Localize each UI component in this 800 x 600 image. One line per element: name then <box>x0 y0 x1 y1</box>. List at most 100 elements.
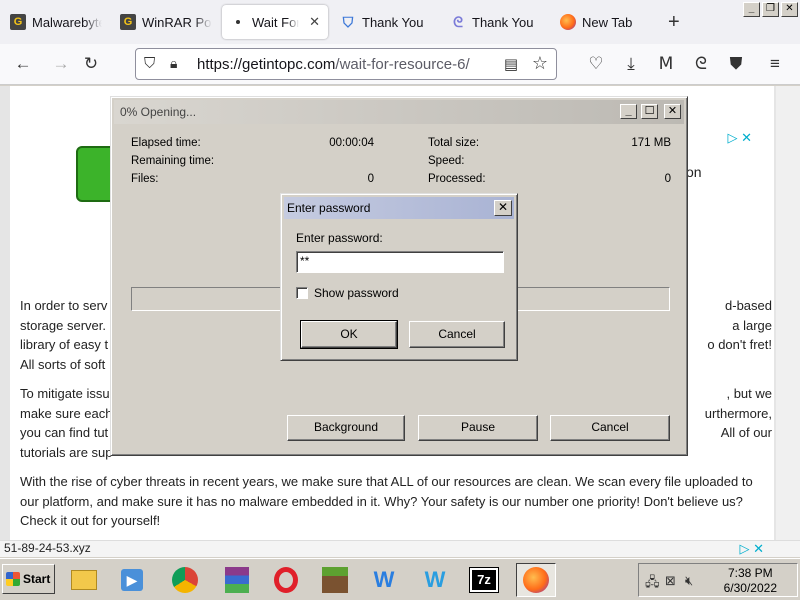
processed-label: Processed: <box>428 173 486 185</box>
tab-label: Thank You <box>362 14 424 30</box>
clock[interactable]: 7:38 PM 6/30/2022 <box>724 566 777 596</box>
total-size-value: 171 MB <box>631 137 671 149</box>
url-host: https://getintopc.com <box>197 56 336 73</box>
malwarebytes-extension-icon[interactable]: Ⅿ <box>655 53 677 75</box>
page-scrollbar[interactable] <box>776 86 800 540</box>
navigation-toolbar: ← → ↻ ⛉ 🔒︎ https://getintopc.com/wait-fo… <box>0 44 800 85</box>
minecraft-icon[interactable] <box>317 563 353 597</box>
shield-icon: ⛉ <box>342 13 354 30</box>
wise-cleaner-icon[interactable]: W <box>366 563 402 597</box>
minimize-icon[interactable]: _ <box>620 104 637 119</box>
forward-arrow-icon[interactable]: → <box>50 53 72 75</box>
tab-label: Malwarebytes <box>32 14 102 30</box>
background-button[interactable]: Background <box>287 415 405 441</box>
reader-view-icon[interactable]: ▤ <box>504 55 518 73</box>
ad-text-fragment: on <box>686 164 702 180</box>
wise-care-icon[interactable]: W <box>417 563 453 597</box>
page-dot-icon <box>230 14 246 30</box>
pause-button[interactable]: Pause <box>418 415 538 441</box>
password-dialog-title-bar[interactable]: Enter password ✕ <box>284 197 514 219</box>
total-size-label: Total size: <box>428 137 480 149</box>
volume-muted-icon[interactable]: 🔇︎ <box>685 573 693 589</box>
ok-button[interactable]: OK <box>300 320 398 349</box>
bookmark-star-icon[interactable]: ☆ <box>532 53 548 74</box>
start-button[interactable]: Start <box>2 564 55 594</box>
text-fragment: To mitigate issu <box>20 386 110 401</box>
7zip-icon[interactable]: 7z <box>466 563 502 597</box>
tab-label: New Tab <box>582 14 633 30</box>
tracking-protection-shield-icon[interactable]: ⛉ <box>144 55 155 72</box>
status-url-text: 51-89-24-53.xyz <box>4 541 91 555</box>
text-fragment: All sorts of soft <box>20 356 106 372</box>
new-tab-plus-icon[interactable]: + <box>668 12 680 32</box>
text-fragment: All of our <box>720 425 772 440</box>
elapsed-time-value: 00:00:04 <box>329 137 374 149</box>
password-cancel-button[interactable]: Cancel <box>409 321 505 348</box>
show-password-checkbox[interactable] <box>296 287 308 299</box>
security-alert-icon[interactable]: ⊠ <box>665 573 676 589</box>
close-icon[interactable]: ✕ <box>494 200 512 216</box>
reload-icon[interactable]: ↻ <box>80 53 102 75</box>
files-value: 0 <box>367 173 374 185</box>
tab-winrar-portable[interactable]: G WinRAR Portable <box>112 5 220 39</box>
text-fragment: library of easy t <box>20 337 109 352</box>
pocket-icon[interactable]: ♡ <box>585 53 607 75</box>
menu-hamburger-icon[interactable]: ≡ <box>764 53 786 75</box>
firefox-icon <box>560 14 576 30</box>
file-explorer-icon[interactable] <box>66 563 102 597</box>
speed-label: Speed: <box>428 155 465 167</box>
media-player-icon[interactable]: ▶ <box>114 563 150 597</box>
tab-thank-you-2[interactable]: ᘓ Thank You <box>442 5 550 39</box>
ad-choices-icon[interactable]: ▷ ✕ <box>727 130 752 146</box>
windows-taskbar: Start ▶ W W 7z 🖧︎ ⊠ 🔇︎ 7:38 PM 6/30/2022 <box>0 558 800 600</box>
text-fragment: make sure each <box>20 405 113 421</box>
text-fragment: you can find tut <box>20 425 109 440</box>
firefox-taskbar-icon[interactable] <box>516 563 556 597</box>
downloads-icon[interactable]: ⤓ <box>620 53 642 75</box>
dialog-title: 0% Opening... <box>120 105 197 119</box>
password-label: Enter password: <box>296 231 383 245</box>
tab-label: WinRAR Portable <box>142 14 212 30</box>
close-icon[interactable]: ✕ <box>781 2 798 17</box>
minimize-icon[interactable]: _ <box>743 2 760 17</box>
chrome-icon[interactable] <box>167 563 203 597</box>
enter-password-dialog: Enter password ✕ Enter password: ** Show… <box>280 193 518 361</box>
files-label: Files: <box>131 173 159 185</box>
restore-icon[interactable]: ❐ <box>762 2 779 17</box>
tab-malwarebytes[interactable]: G Malwarebytes <box>2 5 110 39</box>
password-input[interactable]: ** <box>296 251 504 273</box>
processed-value: 0 <box>664 173 671 185</box>
clock-time: 7:38 PM <box>727 566 773 580</box>
back-arrow-icon[interactable]: ← <box>12 53 34 75</box>
winrar-icon[interactable] <box>219 563 255 597</box>
network-icon[interactable]: 🖧︎ <box>645 573 660 595</box>
extension-swirl-icon[interactable]: ᘓ <box>690 53 712 75</box>
remaining-time-label: Remaining time: <box>131 155 215 167</box>
lock-icon[interactable]: 🔒︎ <box>170 55 177 72</box>
dialog-title-bar[interactable]: 0% Opening... _ ☐ ✕ <box>114 100 684 124</box>
close-icon[interactable]: ✕ <box>664 104 681 119</box>
maximize-icon[interactable]: ☐ <box>641 104 658 119</box>
tab-label: Wait For R <box>252 14 300 30</box>
ad-choices-icon[interactable]: ▷ ✕ <box>739 541 764 557</box>
extension-shield-icon[interactable]: ⛊ <box>725 53 747 75</box>
text-fragment: a large <box>732 317 772 333</box>
text-fragment: urthermore, <box>704 405 772 421</box>
url-text[interactable]: https://getintopc.com/wait-for-resource-… <box>197 56 470 73</box>
status-bar: 51-89-24-53.xyz ▷ ✕ <box>0 540 800 557</box>
show-password-label[interactable]: Show password <box>314 286 399 300</box>
close-tab-icon[interactable]: ✕ <box>309 14 320 30</box>
text-fragment: d-based <box>725 298 772 313</box>
tab-wait-for-resource[interactable]: Wait For R ✕ <box>222 5 328 39</box>
browser-tab-strip: G Malwarebytes G WinRAR Portable Wait Fo… <box>0 0 800 44</box>
window-controls: _ ❐ ✕ <box>743 2 798 17</box>
cancel-button[interactable]: Cancel <box>550 415 670 441</box>
tab-thank-you-1[interactable]: ⛉ Thank You <box>332 5 440 39</box>
url-bar[interactable]: ⛉ 🔒︎ https://getintopc.com/wait-for-reso… <box>135 48 557 80</box>
opera-icon[interactable] <box>268 563 304 597</box>
password-dialog-title: Enter password <box>287 201 371 215</box>
windows-logo-icon <box>6 572 20 586</box>
elapsed-time-label: Elapsed time: <box>131 137 201 149</box>
system-tray: 🖧︎ ⊠ 🔇︎ 7:38 PM 6/30/2022 <box>638 563 798 597</box>
tab-new-tab[interactable]: New Tab <box>552 5 660 39</box>
